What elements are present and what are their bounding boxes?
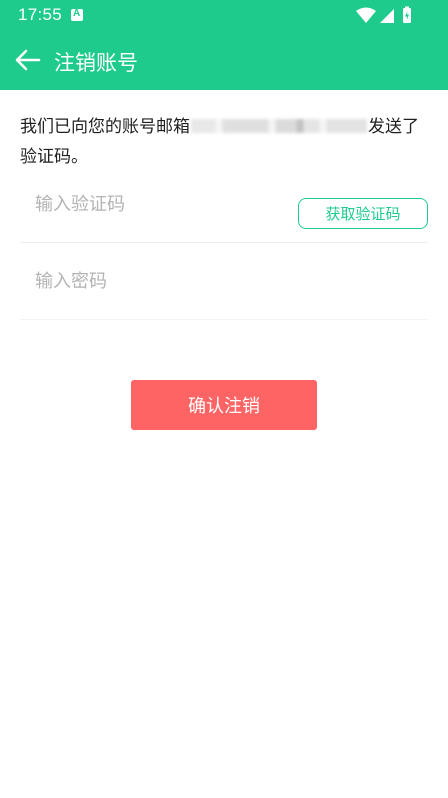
- wifi-icon: [356, 7, 376, 23]
- app-bar: 注销账号: [0, 30, 448, 90]
- cellular-signal-icon: [380, 9, 394, 23]
- verification-code-row: 获取验证码: [20, 166, 428, 243]
- arrow-left-icon: [15, 49, 41, 71]
- battery-charging-icon: [403, 6, 411, 23]
- confirm-deactivate-button[interactable]: 确认注销: [131, 380, 317, 430]
- notice-prefix: 我们已向您的账号邮箱: [20, 117, 190, 137]
- redacted-email: [191, 118, 367, 133]
- status-icons-svg: [356, 6, 411, 23]
- app-notification-icon: [71, 8, 83, 21]
- password-input[interactable]: [20, 243, 280, 319]
- status-time: 17:55: [18, 5, 63, 24]
- back-button[interactable]: [12, 44, 44, 76]
- page-title: 注销账号: [54, 51, 138, 75]
- password-row: [20, 243, 428, 320]
- status-icons: [356, 6, 416, 28]
- get-code-button[interactable]: 获取验证码: [298, 198, 428, 229]
- status-bar: 17:55: [0, 0, 448, 30]
- verification-code-input[interactable]: [20, 166, 280, 242]
- verification-notice: 我们已向您的账号邮箱 发送了验证码。: [20, 112, 428, 172]
